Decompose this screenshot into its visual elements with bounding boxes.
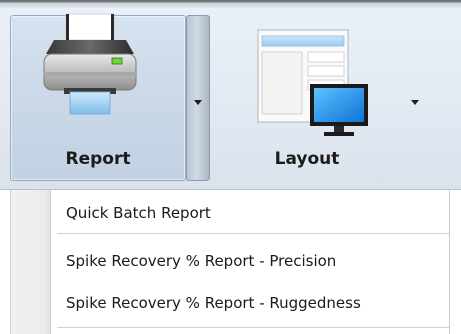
menu-item-quick-batch-report[interactable]: Quick Batch Report [52, 197, 449, 229]
report-dropdown-menu: Quick Batch Report Spike Recovery % Repo… [10, 190, 450, 334]
chevron-down-icon [194, 100, 202, 105]
menu-item-spike-recovery-precision[interactable]: Spike Recovery % Report - Precision [52, 245, 449, 277]
report-application: Report Layout Quick Batch Report Spike R… [0, 0, 461, 334]
window-top-edge [0, 0, 461, 8]
printer-icon [43, 13, 137, 115]
report-dropdown-button[interactable] [186, 15, 210, 181]
menu-item-spike-recovery-ruggedness[interactable]: Spike Recovery % Report - Ruggedness [52, 287, 449, 319]
layout-monitor-icon [257, 29, 368, 136]
menu-separator [57, 327, 449, 328]
chevron-down-icon[interactable] [411, 100, 419, 105]
menu-icon-gutter [11, 190, 51, 334]
menu-separator [57, 233, 449, 234]
report-button-label: Report [65, 149, 131, 169]
layout-button-label: Layout [274, 149, 340, 169]
